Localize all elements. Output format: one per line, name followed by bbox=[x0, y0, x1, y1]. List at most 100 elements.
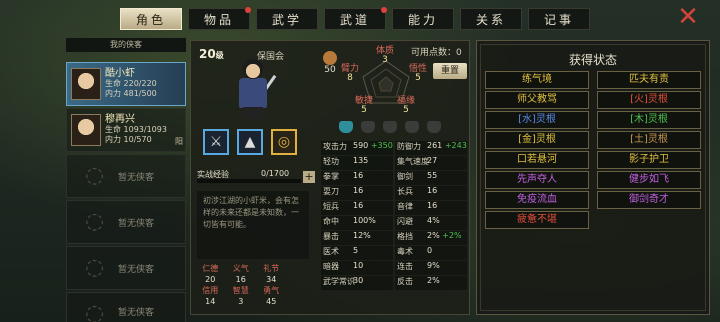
status-item[interactable]: 先声夺人 bbox=[485, 171, 589, 189]
gem-slot[interactable] bbox=[339, 121, 353, 133]
gem-slot[interactable] bbox=[427, 121, 441, 133]
virtue-label: 义气 bbox=[232, 264, 249, 273]
gem-slot[interactable] bbox=[361, 121, 375, 133]
attr-value: 3 bbox=[382, 55, 388, 65]
virtue-value: 45 bbox=[266, 297, 277, 306]
stat-value: 2% bbox=[423, 276, 467, 290]
stat-label: 格挡 bbox=[397, 232, 413, 241]
stat-value-base: 10 bbox=[353, 261, 364, 270]
tab-martial-way[interactable]: 武道 bbox=[324, 7, 387, 30]
status-item[interactable]: [金]灵根 bbox=[485, 131, 589, 149]
stat-value-base: 27 bbox=[427, 156, 438, 165]
stat-row: 闪避 4% bbox=[395, 216, 467, 230]
stat-label: 暗器 bbox=[323, 262, 339, 271]
combat-stats-grid: 攻击力 590 +350 防御力 261 +243 轻功 135 集气速度 27 拳掌 16 … bbox=[321, 141, 467, 290]
armor-slot[interactable]: ▲ bbox=[237, 129, 263, 155]
stat-value: 4% bbox=[423, 216, 467, 230]
gem-slots bbox=[339, 121, 441, 133]
level-suffix: 级 bbox=[215, 51, 224, 60]
status-item[interactable]: 疲惫不堪 bbox=[485, 211, 589, 229]
stat-value-base: 2% bbox=[427, 231, 440, 240]
stat-value: 55 bbox=[423, 171, 467, 185]
empty-slot-label: 暂无侠客 bbox=[117, 172, 154, 183]
status-item[interactable]: 匹夫有责 bbox=[597, 71, 701, 89]
status-item[interactable]: 免疫流血 bbox=[485, 191, 589, 209]
stat-label: 攻击力 bbox=[323, 142, 347, 151]
tab-martial-arts[interactable]: 武学 bbox=[256, 8, 318, 30]
empty-slot[interactable]: 暂无侠客 bbox=[66, 292, 186, 322]
status-item[interactable]: 口若悬河 bbox=[485, 151, 589, 169]
character-list: 我的侠客 酷小虾 生命 220/220 内力 481/500 穆再兴 生命 10… bbox=[66, 38, 186, 322]
stat-row: 暴击 12% bbox=[321, 231, 393, 245]
stat-value: 27 bbox=[423, 156, 467, 170]
stat-value-base: 590 bbox=[353, 141, 369, 150]
stat-label: 防御力 bbox=[397, 142, 421, 151]
virtue-value: 14 bbox=[205, 297, 216, 306]
tab-abilities[interactable]: 能力 bbox=[392, 8, 454, 30]
add-exp-button[interactable]: + bbox=[303, 171, 315, 183]
character-card[interactable]: 酷小虾 生命 220/220 内力 481/500 bbox=[66, 62, 186, 106]
status-item[interactable]: 御剑奇才 bbox=[597, 191, 701, 209]
stat-value-base: 16 bbox=[353, 171, 364, 180]
stat-value-base: 5 bbox=[353, 246, 359, 255]
status-item[interactable]: [土]灵根 bbox=[597, 131, 701, 149]
level: 20级 bbox=[199, 47, 224, 61]
stat-value-base: 9% bbox=[427, 261, 440, 270]
tab-journal[interactable]: 记事 bbox=[528, 8, 590, 30]
stat-label: 毒术 bbox=[397, 247, 413, 256]
stat-label: 音律 bbox=[397, 202, 413, 211]
stat-value-base: 135 bbox=[353, 156, 369, 165]
points-value: 0 bbox=[456, 48, 462, 58]
stat-row: 短兵 16 bbox=[321, 201, 393, 215]
points-label: 可用点数： bbox=[411, 48, 457, 58]
close-x-icon[interactable]: ✕ bbox=[676, 4, 700, 30]
character-side-tag: 阳 bbox=[175, 137, 183, 146]
status-item[interactable]: [水]灵根 bbox=[485, 111, 589, 129]
stat-value-base: 2% bbox=[427, 276, 440, 285]
status-item[interactable]: 健步如飞 bbox=[597, 171, 701, 189]
morality: 50 bbox=[321, 51, 339, 75]
stat-row: 拳掌 16 bbox=[321, 171, 393, 185]
virtue-label: 智慧 bbox=[232, 286, 249, 295]
stat-row: 格挡 2% +2% bbox=[395, 231, 467, 245]
reset-button[interactable]: 重置 bbox=[433, 63, 467, 79]
status-item[interactable]: 练气境 bbox=[485, 71, 589, 89]
empty-slot[interactable]: 暂无侠客 bbox=[66, 246, 186, 290]
character-name: 酷小虾 bbox=[105, 68, 135, 79]
status-item[interactable]: 影子护卫 bbox=[597, 151, 701, 169]
weapon-slot[interactable]: ⚔ bbox=[203, 129, 229, 155]
character-hp: 生命 1093/1093 bbox=[105, 125, 167, 134]
tab-label: 角色 bbox=[135, 12, 166, 27]
notification-dot bbox=[245, 7, 251, 13]
accessory-icon: ◎ bbox=[277, 134, 291, 150]
tab-character[interactable]: 角色 bbox=[120, 8, 182, 30]
morality-value: 50 bbox=[324, 65, 336, 75]
stat-row: 集气速度 27 bbox=[395, 156, 467, 170]
gem-slot[interactable] bbox=[405, 121, 419, 133]
character-mp: 内力 481/500 bbox=[105, 89, 157, 98]
stat-label: 御剑 bbox=[397, 172, 413, 181]
stat-label: 暴击 bbox=[323, 232, 339, 241]
notification-dot bbox=[381, 7, 387, 13]
stat-value: 5 bbox=[349, 246, 393, 260]
status-item[interactable]: [火]灵根 bbox=[597, 91, 701, 109]
attr-value: 5 bbox=[361, 105, 367, 115]
stat-value: 0 bbox=[423, 246, 467, 260]
virtue-label: 仁德 bbox=[202, 264, 219, 273]
stat-row: 命中 100% bbox=[321, 216, 393, 230]
accessory-slot[interactable]: ◎ bbox=[271, 129, 297, 155]
virtue-label: 礼节 bbox=[263, 264, 280, 273]
stat-row: 御剑 55 bbox=[395, 171, 467, 185]
empty-slot[interactable]: 暂无侠客 bbox=[66, 200, 186, 244]
character-hp: 生命 220/220 bbox=[105, 79, 157, 88]
status-item[interactable]: 师父教骂 bbox=[485, 91, 589, 109]
tab-relations[interactable]: 关系 bbox=[460, 8, 522, 30]
status-item[interactable]: [木]灵根 bbox=[597, 111, 701, 129]
gem-slot[interactable] bbox=[383, 121, 397, 133]
tab-items[interactable]: 物品 bbox=[188, 7, 251, 30]
character-card[interactable]: 穆再兴 生命 1093/1093 内力 10/570 阳 bbox=[66, 108, 186, 152]
empty-slot[interactable]: 暂无侠客 bbox=[66, 154, 186, 198]
stat-row: 暗器 10 bbox=[321, 261, 393, 275]
virtues-grid: 仁德 义气 礼节 20 16 34 信用 智慧 勇气 14 3 45 bbox=[195, 263, 317, 306]
stat-value-base: 0 bbox=[427, 246, 433, 255]
